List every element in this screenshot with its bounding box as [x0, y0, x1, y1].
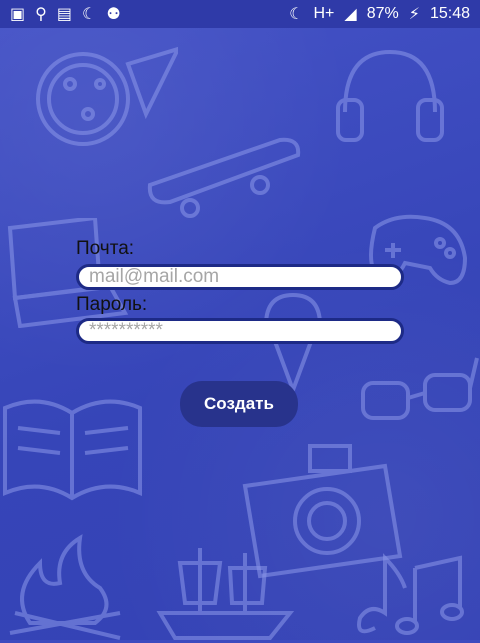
signal-icon: ◢	[344, 4, 357, 23]
book-icon	[3, 399, 142, 501]
gamepad-icon	[369, 214, 468, 286]
email-field[interactable]	[76, 264, 404, 290]
status-bar: ▣ ⚲ ▤ ☾ ⚉ ☾ H+ ◢ 87% ⚡ 15:48	[0, 0, 480, 28]
usb-icon: ⚲	[35, 4, 47, 23]
password-label: Пароль:	[76, 294, 148, 315]
moon-icon: ☾	[289, 4, 304, 23]
music-notes-icon	[357, 553, 464, 635]
sd-card-icon: ▤	[56, 4, 72, 23]
clock: 15:48	[429, 5, 470, 22]
status-bar-left: ▣ ⚲ ▤ ☾ ⚉	[10, 6, 121, 22]
network-type: H+	[313, 5, 335, 22]
gallery-icon: ▣	[10, 4, 26, 23]
skateboard-icon	[147, 137, 301, 218]
battery-charging-icon: ⚡	[408, 4, 420, 23]
android-icon: ⚉	[106, 4, 121, 23]
password-field[interactable]	[76, 318, 404, 344]
email-label: Почта:	[76, 238, 135, 259]
headphones-icon	[336, 49, 444, 142]
campfire-icon	[9, 534, 121, 640]
status-bar-right: ☾ H+ ◢ 87% ⚡ 15:48	[289, 5, 470, 23]
moon-icon: ☾	[81, 4, 97, 23]
ship-icon	[156, 548, 295, 640]
glasses-icon	[361, 357, 479, 420]
battery-percent: 87%	[366, 5, 399, 22]
create-button[interactable]: Создать	[180, 381, 298, 427]
